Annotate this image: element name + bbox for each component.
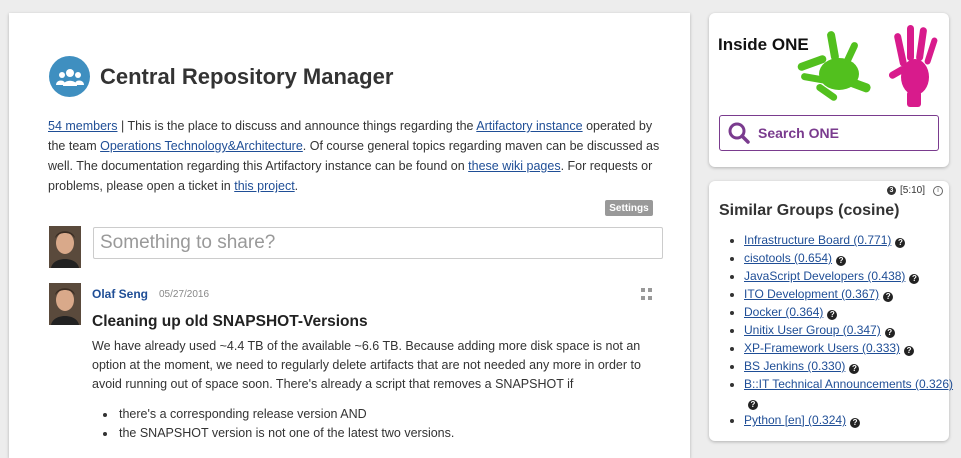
question-icon[interactable]: ? [884,328,895,338]
post-author-avatar [49,283,81,325]
post-title: Cleaning up old SNAPSHOT-Versions [92,313,368,330]
search-one-button[interactable]: Search ONE [719,115,939,151]
question-icon[interactable]: ? [909,274,920,284]
members-link[interactable]: 54 members [48,119,117,133]
list-item: XP-Framework Users (0.333)? [744,339,954,357]
similar-group-link[interactable]: B::IT Technical Announcements (0.326) [744,377,953,391]
similar-time: [5:10] [900,185,926,196]
list-item: cisotools (0.654)? [744,249,954,267]
post-body: We have already used ~4.4 TB of the avai… [92,339,641,391]
description-text-1: | This is the place to discuss and annou… [117,119,477,133]
question-icon[interactable]: ? [827,310,838,320]
post-bullet-list: there's a corresponding release version … [101,405,454,443]
question-icon[interactable]: ? [850,418,861,428]
list-item: Unitix User Group (0.347)? [744,321,954,339]
similar-group-link[interactable]: Infrastructure Board (0.771) [744,233,891,247]
search-icon [728,122,750,144]
list-item: Docker (0.364)? [744,303,954,321]
similar-group-link[interactable]: BS Jenkins (0.330) [744,359,845,373]
similar-group-link[interactable]: Python [en] (0.324) [744,413,846,427]
list-item: B::IT Technical Announcements (0.326)? [744,375,954,411]
similar-groups-card: 3 [5:10] i Similar Groups (cosine) Infra… [709,181,953,441]
question-icon[interactable]: ? [904,346,915,356]
page-title: Central Repository Manager [100,63,394,89]
wiki-link[interactable]: these wiki pages [468,159,560,173]
inside-one-card: Inside ONE Search ONE [709,13,949,167]
group-description: 54 members | This is the place to discus… [48,116,660,196]
question-icon[interactable]: ? [748,400,758,410]
post-author-link[interactable]: Olaf Seng [92,287,148,301]
project-link[interactable]: this project [234,179,294,193]
question-icon[interactable]: ? [883,292,894,302]
settings-button[interactable]: Settings [605,200,653,216]
artifactory-link[interactable]: Artifactory instance [476,119,582,133]
similar-meta: 3 [5:10] i [887,185,944,196]
group-people-icon [49,56,90,97]
description-text-5: . [294,179,299,193]
question-icon[interactable]: ? [849,364,860,374]
inside-one-logo [789,19,943,116]
count-badge: 3 [887,186,896,195]
list-item: ITO Development (0.367)? [744,285,954,303]
similar-group-link[interactable]: XP-Framework Users (0.333) [744,341,900,355]
grid-menu-icon[interactable] [641,288,653,300]
list-item: Infrastructure Board (0.771)? [744,231,954,249]
question-icon[interactable]: ? [836,256,847,266]
similar-group-link[interactable]: ITO Development (0.367) [744,287,879,301]
list-item: BS Jenkins (0.330)? [744,357,954,375]
similar-group-link[interactable]: Unitix User Group (0.347) [744,323,881,337]
post-date: 05/27/2016 [159,289,210,300]
similar-group-link[interactable]: cisotools (0.654) [744,251,832,265]
search-one-label: Search ONE [758,125,839,141]
share-input[interactable] [93,227,663,259]
list-item: the SNAPSHOT version is not one of the l… [117,424,454,443]
list-item: Python [en] (0.324)? [744,411,954,429]
similar-group-link[interactable]: JavaScript Developers (0.438) [744,269,905,283]
group-header: Central Repository Manager [49,56,393,97]
group-main-card: Central Repository Manager 54 members | … [9,13,690,458]
similar-group-link[interactable]: Docker (0.364) [744,305,823,319]
question-icon[interactable]: ? [895,238,906,248]
list-item: JavaScript Developers (0.438)? [744,267,954,285]
list-item: there's a corresponding release version … [117,405,454,424]
info-icon[interactable]: i [933,185,944,196]
similar-groups-list: Infrastructure Board (0.771)? cisotools … [728,231,954,429]
similar-groups-title: Similar Groups (cosine) [719,202,900,219]
team-link[interactable]: Operations Technology&Architecture [100,139,303,153]
current-user-avatar [49,226,81,268]
